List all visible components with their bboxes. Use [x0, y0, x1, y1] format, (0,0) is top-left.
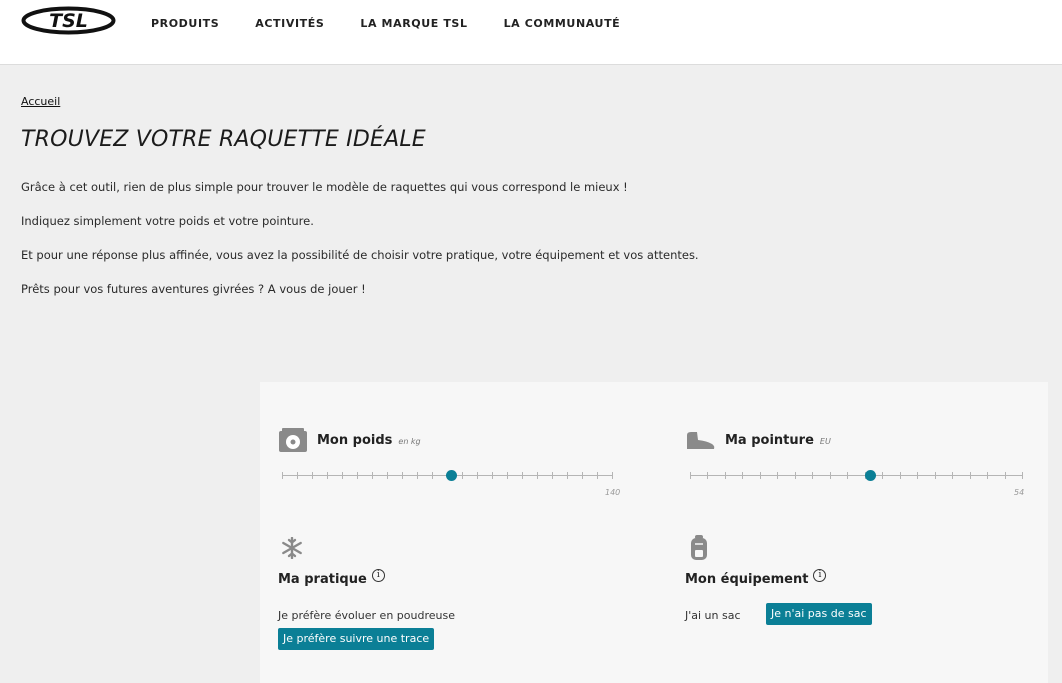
shoe-title: Ma pointure [725, 433, 814, 448]
slider-tick [1022, 472, 1023, 479]
slider-tick [537, 472, 538, 479]
slider-tick [970, 472, 971, 479]
nav-produits[interactable]: PRODUITS [151, 17, 219, 30]
weight-slider[interactable] [282, 469, 613, 483]
slider-tick [952, 472, 953, 479]
nav-activites[interactable]: ACTIVITÉS [255, 17, 324, 30]
slider-tick [795, 472, 796, 479]
slider-tick [432, 472, 433, 479]
page-title: TROUVEZ VOTRE RAQUETTE IDÉALE [21, 127, 426, 152]
slider-tick [612, 472, 613, 479]
slider-tick [900, 472, 901, 479]
slider-tick [987, 472, 988, 479]
practice-info-icon[interactable]: i [371, 569, 385, 582]
weight-title: Mon poids [317, 433, 393, 448]
slider-tick [342, 472, 343, 479]
intro-line: Indiquez simplement votre poids et votre… [21, 214, 314, 228]
equipment-option-no-bag-button[interactable]: Je n'ai pas de sac [766, 603, 872, 626]
intro-line: Prêts pour vos futures aventures givrées… [21, 282, 366, 296]
slider-tick [690, 472, 691, 479]
weight-label: Mon poids en kg [317, 433, 421, 448]
shoe-slider[interactable] [690, 469, 1023, 483]
equipment-option-bag[interactable]: J'ai un sac [685, 609, 741, 622]
slider-tick [387, 472, 388, 479]
slider-tick [507, 472, 508, 479]
shoe-max-label: 54 [1014, 488, 1025, 497]
slider-tick [582, 472, 583, 479]
slider-tick [882, 472, 883, 479]
slider-tick [372, 472, 373, 479]
weight-unit: en kg [398, 437, 421, 446]
snowflake-icon [282, 537, 302, 559]
nav-communaute[interactable]: LA COMMUNAUTÉ [504, 17, 621, 30]
slider-tick [402, 472, 403, 479]
slider-tick [417, 472, 418, 479]
slider-tick [847, 472, 848, 479]
slider-tick [707, 472, 708, 479]
practice-title: Ma pratique [278, 572, 367, 587]
logo-text: TSL [49, 10, 88, 32]
slider-tick [777, 472, 778, 479]
equipment-label: Mon équipement i [685, 569, 827, 588]
slider-tick [327, 472, 328, 479]
practice-label: Ma pratique i [278, 569, 385, 588]
slider-tick [462, 472, 463, 479]
equipment-title: Mon équipement [685, 572, 809, 587]
slider-tick [760, 472, 761, 479]
intro-line: Grâce à cet outil, rien de plus simple p… [21, 180, 628, 194]
practice-option-powder[interactable]: Je préfère évoluer en poudreuse [278, 609, 455, 622]
slider-tick [522, 472, 523, 479]
slider-tick [312, 472, 313, 479]
slider-tick [742, 472, 743, 479]
weight-slider-thumb[interactable] [446, 470, 457, 481]
slider-tick [357, 472, 358, 479]
practice-option-trail-button[interactable]: Je préfère suivre une trace [278, 628, 435, 651]
slider-tick [935, 472, 936, 479]
shoe-unit: EU [819, 437, 831, 446]
main-nav: PRODUITS ACTIVITÉS LA MARQUE TSL LA COMM… [151, 17, 656, 30]
slider-tick [567, 472, 568, 479]
site-header: TSL PRODUITS ACTIVITÉS LA MARQUE TSL LA … [0, 0, 1062, 65]
scale-icon [279, 428, 307, 452]
slider-tick [282, 472, 283, 479]
intro-line: Et pour une réponse plus affinée, vous a… [21, 248, 699, 262]
slider-tick [297, 472, 298, 479]
backpack-icon [691, 535, 707, 560]
slider-tick [552, 472, 553, 479]
nav-la-marque[interactable]: LA MARQUE TSL [360, 17, 467, 30]
slider-tick [492, 472, 493, 479]
slider-tick [725, 472, 726, 479]
finder-panel: Mon poids en kg 140 Ma pointure EU 54 Ma… [260, 382, 1048, 683]
shoe-label: Ma pointure EU [725, 433, 831, 448]
slider-tick [597, 472, 598, 479]
shoe-slider-thumb[interactable] [865, 470, 876, 481]
slider-tick [1005, 472, 1006, 479]
weight-max-label: 140 [605, 488, 621, 497]
equipment-info-icon[interactable]: i [813, 569, 827, 582]
shoe-icon [687, 432, 715, 449]
slider-track [690, 475, 1023, 476]
tsl-logo[interactable]: TSL [21, 6, 116, 35]
slider-tick [830, 472, 831, 479]
slider-tick [812, 472, 813, 479]
slider-tick [917, 472, 918, 479]
breadcrumb-home[interactable]: Accueil [21, 95, 60, 108]
slider-tick [477, 472, 478, 479]
